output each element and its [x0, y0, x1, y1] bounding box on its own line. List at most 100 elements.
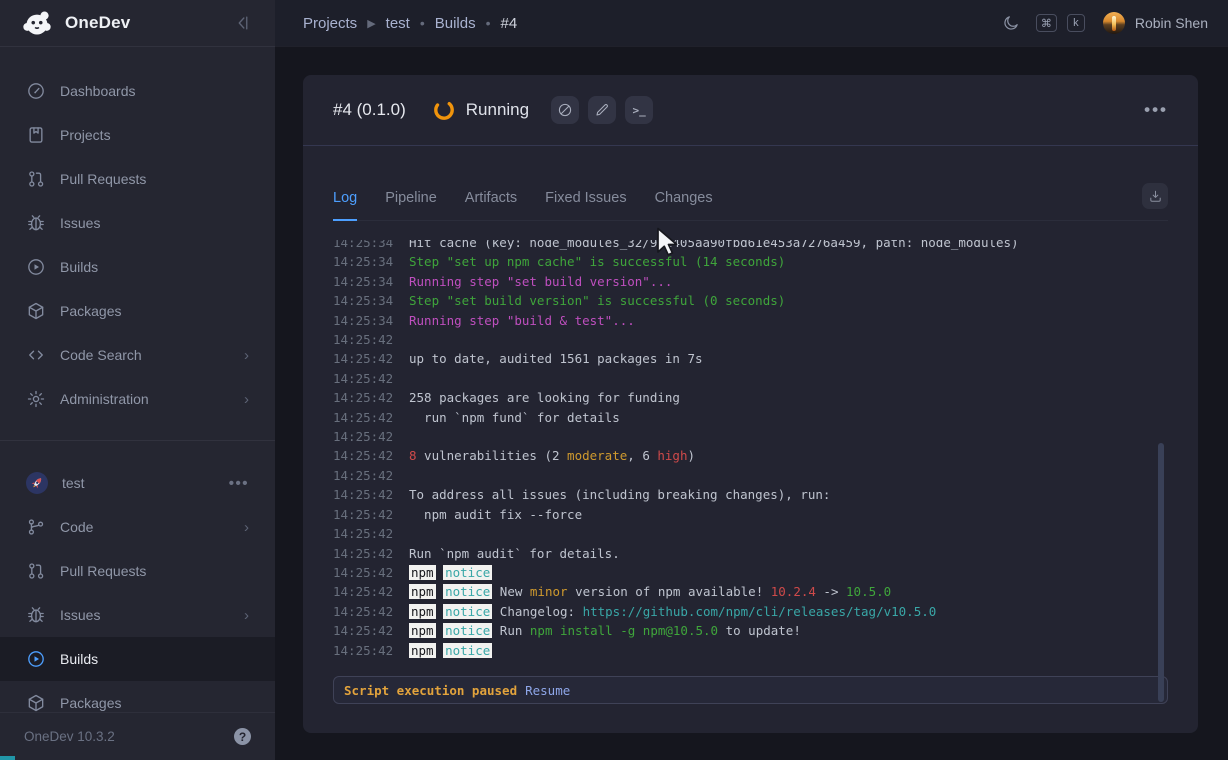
log-message: To address all issues (including breakin… [409, 485, 830, 504]
chevron-right-icon: › [244, 520, 249, 535]
log-line: 14:25:42 npm notice New minor version of… [333, 582, 1168, 601]
log-message: up to date, audited 1561 packages in 7s [409, 349, 703, 368]
onedev-logo-icon [22, 10, 52, 36]
sidebar-item-issues[interactable]: Issues › [0, 201, 275, 245]
log-timestamp: 14:25:42 [333, 369, 395, 388]
project-more-ellipsis-icon[interactable]: ••• [229, 475, 249, 492]
build-running-spinner-icon [432, 98, 456, 122]
sidebar-header: OneDev [0, 0, 275, 47]
cancel-build-button[interactable] [551, 96, 579, 124]
sidebar-item-dashboards[interactable]: Dashboards › [0, 69, 275, 113]
log-timestamp: 14:25:42 [333, 524, 395, 543]
log-line: 14:25:34 Running step "build & test"... [333, 311, 1168, 330]
pencil-icon [594, 102, 610, 118]
breadcrumb-item-test[interactable]: test [386, 15, 410, 32]
resume-link[interactable]: Resume [525, 683, 570, 698]
log-message: npm notice [409, 641, 492, 660]
log-timestamp: 14:25:34 [333, 240, 395, 252]
pull-request-icon [26, 561, 46, 581]
bug-icon [26, 605, 46, 625]
log-line: 14:25:42 npm audit fix --force [333, 505, 1168, 524]
sidebar-item-builds[interactable]: Builds › [0, 245, 275, 289]
build-card: #4 (0.1.0) Running [303, 75, 1198, 733]
sidebar-item-project-code[interactable]: Code › [0, 505, 275, 549]
log-line: 14:25:42 [333, 466, 1168, 485]
breadcrumb-arrow-icon: ▶ [367, 17, 375, 30]
log-timestamp: 14:25:42 [333, 466, 395, 485]
log-timestamp: 14:25:34 [333, 252, 395, 271]
log-timestamp: 14:25:42 [333, 582, 395, 601]
log-timestamp: 14:25:42 [333, 388, 395, 407]
log-timestamp: 14:25:42 [333, 330, 395, 349]
tab-artifacts[interactable]: Artifacts [465, 190, 517, 221]
log-scrollbar-thumb[interactable] [1158, 443, 1164, 702]
breadcrumb: Projects ▶ test • Builds • #4 [303, 15, 1002, 32]
sidebar-item-projects[interactable]: Projects › [0, 113, 275, 157]
log-timestamp: 14:25:42 [333, 485, 395, 504]
sidebar-item-packages[interactable]: Packages › [0, 289, 275, 333]
build-action-buttons: >_ [551, 96, 653, 124]
log-line: 14:25:34 Running step "set build version… [333, 272, 1168, 291]
book-icon [26, 125, 46, 145]
log-message: Run `npm audit` for details. [409, 544, 620, 563]
log-timestamp: 14:25:42 [333, 446, 395, 465]
breadcrumb-dot-icon: • [420, 15, 425, 31]
log-timestamp: 14:25:34 [333, 311, 395, 330]
terminal-button[interactable]: >_ [625, 96, 653, 124]
log-timestamp: 14:25:42 [333, 408, 395, 427]
branch-icon [26, 517, 46, 537]
bug-icon [26, 213, 46, 233]
project-avatar-rocket-icon [26, 472, 48, 494]
tab-pipeline[interactable]: Pipeline [385, 190, 437, 221]
sidebar-footer: OneDev 10.3.2 ? [0, 712, 275, 760]
breadcrumb-item-builds[interactable]: Builds [435, 15, 476, 32]
pull-request-icon [26, 169, 46, 189]
tab-changes[interactable]: Changes [655, 190, 713, 221]
log-message: run `npm fund` for details [409, 408, 620, 427]
main-content: #4 (0.1.0) Running [275, 47, 1228, 760]
package-icon [26, 693, 46, 713]
gear-icon [26, 389, 46, 409]
theme-toggle-moon-icon[interactable] [1002, 14, 1020, 32]
play-circle-icon [26, 649, 46, 669]
sidebar-item-code-search[interactable]: Code Search › [0, 333, 275, 377]
tab-log[interactable]: Log [333, 190, 357, 221]
log-viewport[interactable]: 14:25:34 Hit cache (key: node_modules_32… [333, 240, 1168, 672]
sidebar-project-row[interactable]: test ••• [0, 461, 275, 505]
sidebar-item-project-builds[interactable]: Builds › [0, 637, 275, 681]
brand-name: OneDev [65, 13, 233, 33]
edit-build-button[interactable] [588, 96, 616, 124]
log-line: 14:25:42 up to date, audited 1561 packag… [333, 349, 1168, 368]
log-line: 14:25:42 npm notice [333, 563, 1168, 582]
shortcut-key-cmd: ⌘ [1036, 14, 1057, 32]
log-message: npm notice New minor version of npm avai… [409, 582, 891, 601]
sidebar-item-pull-requests[interactable]: Pull Requests › [0, 157, 275, 201]
log-message: Step "set build version" is successful (… [409, 291, 785, 310]
log-line: 14:25:42 258 packages are looking for fu… [333, 388, 1168, 407]
sidebar-item-project-issues[interactable]: Issues › [0, 593, 275, 637]
tab-fixed-issues[interactable]: Fixed Issues [545, 190, 626, 221]
download-log-button[interactable] [1142, 183, 1168, 209]
sidebar-item-administration[interactable]: Administration › [0, 377, 275, 421]
pause-bar: Script execution paused Resume [333, 676, 1168, 704]
help-icon[interactable]: ? [234, 728, 251, 745]
log-timestamp: 14:25:42 [333, 563, 395, 582]
corner-accent [0, 756, 15, 760]
user-avatar[interactable] [1103, 12, 1125, 34]
log-message: npm notice Changelog: https://github.com… [409, 602, 936, 621]
package-icon [26, 301, 46, 321]
topbar-right: ⌘ k Robin Shen [1002, 12, 1208, 34]
terminal-icon: >_ [632, 104, 645, 117]
play-circle-icon [26, 257, 46, 277]
gauge-icon [26, 81, 46, 101]
collapse-sidebar-icon[interactable] [233, 13, 253, 33]
sidebar-item-project-pull-requests[interactable]: Pull Requests › [0, 549, 275, 593]
log-timestamp: 14:25:34 [333, 272, 395, 291]
log-line: 14:25:34 Hit cache (key: node_modules_32… [333, 240, 1168, 252]
user-name[interactable]: Robin Shen [1135, 15, 1208, 31]
app-sidebar: OneDev Dashboards › Projects › Pull Requ… [0, 0, 275, 760]
more-options-ellipsis-icon[interactable]: ••• [1144, 100, 1168, 120]
breadcrumb-item-projects[interactable]: Projects [303, 15, 357, 32]
log-timestamp: 14:25:42 [333, 349, 395, 368]
log-timestamp: 14:25:42 [333, 427, 395, 446]
